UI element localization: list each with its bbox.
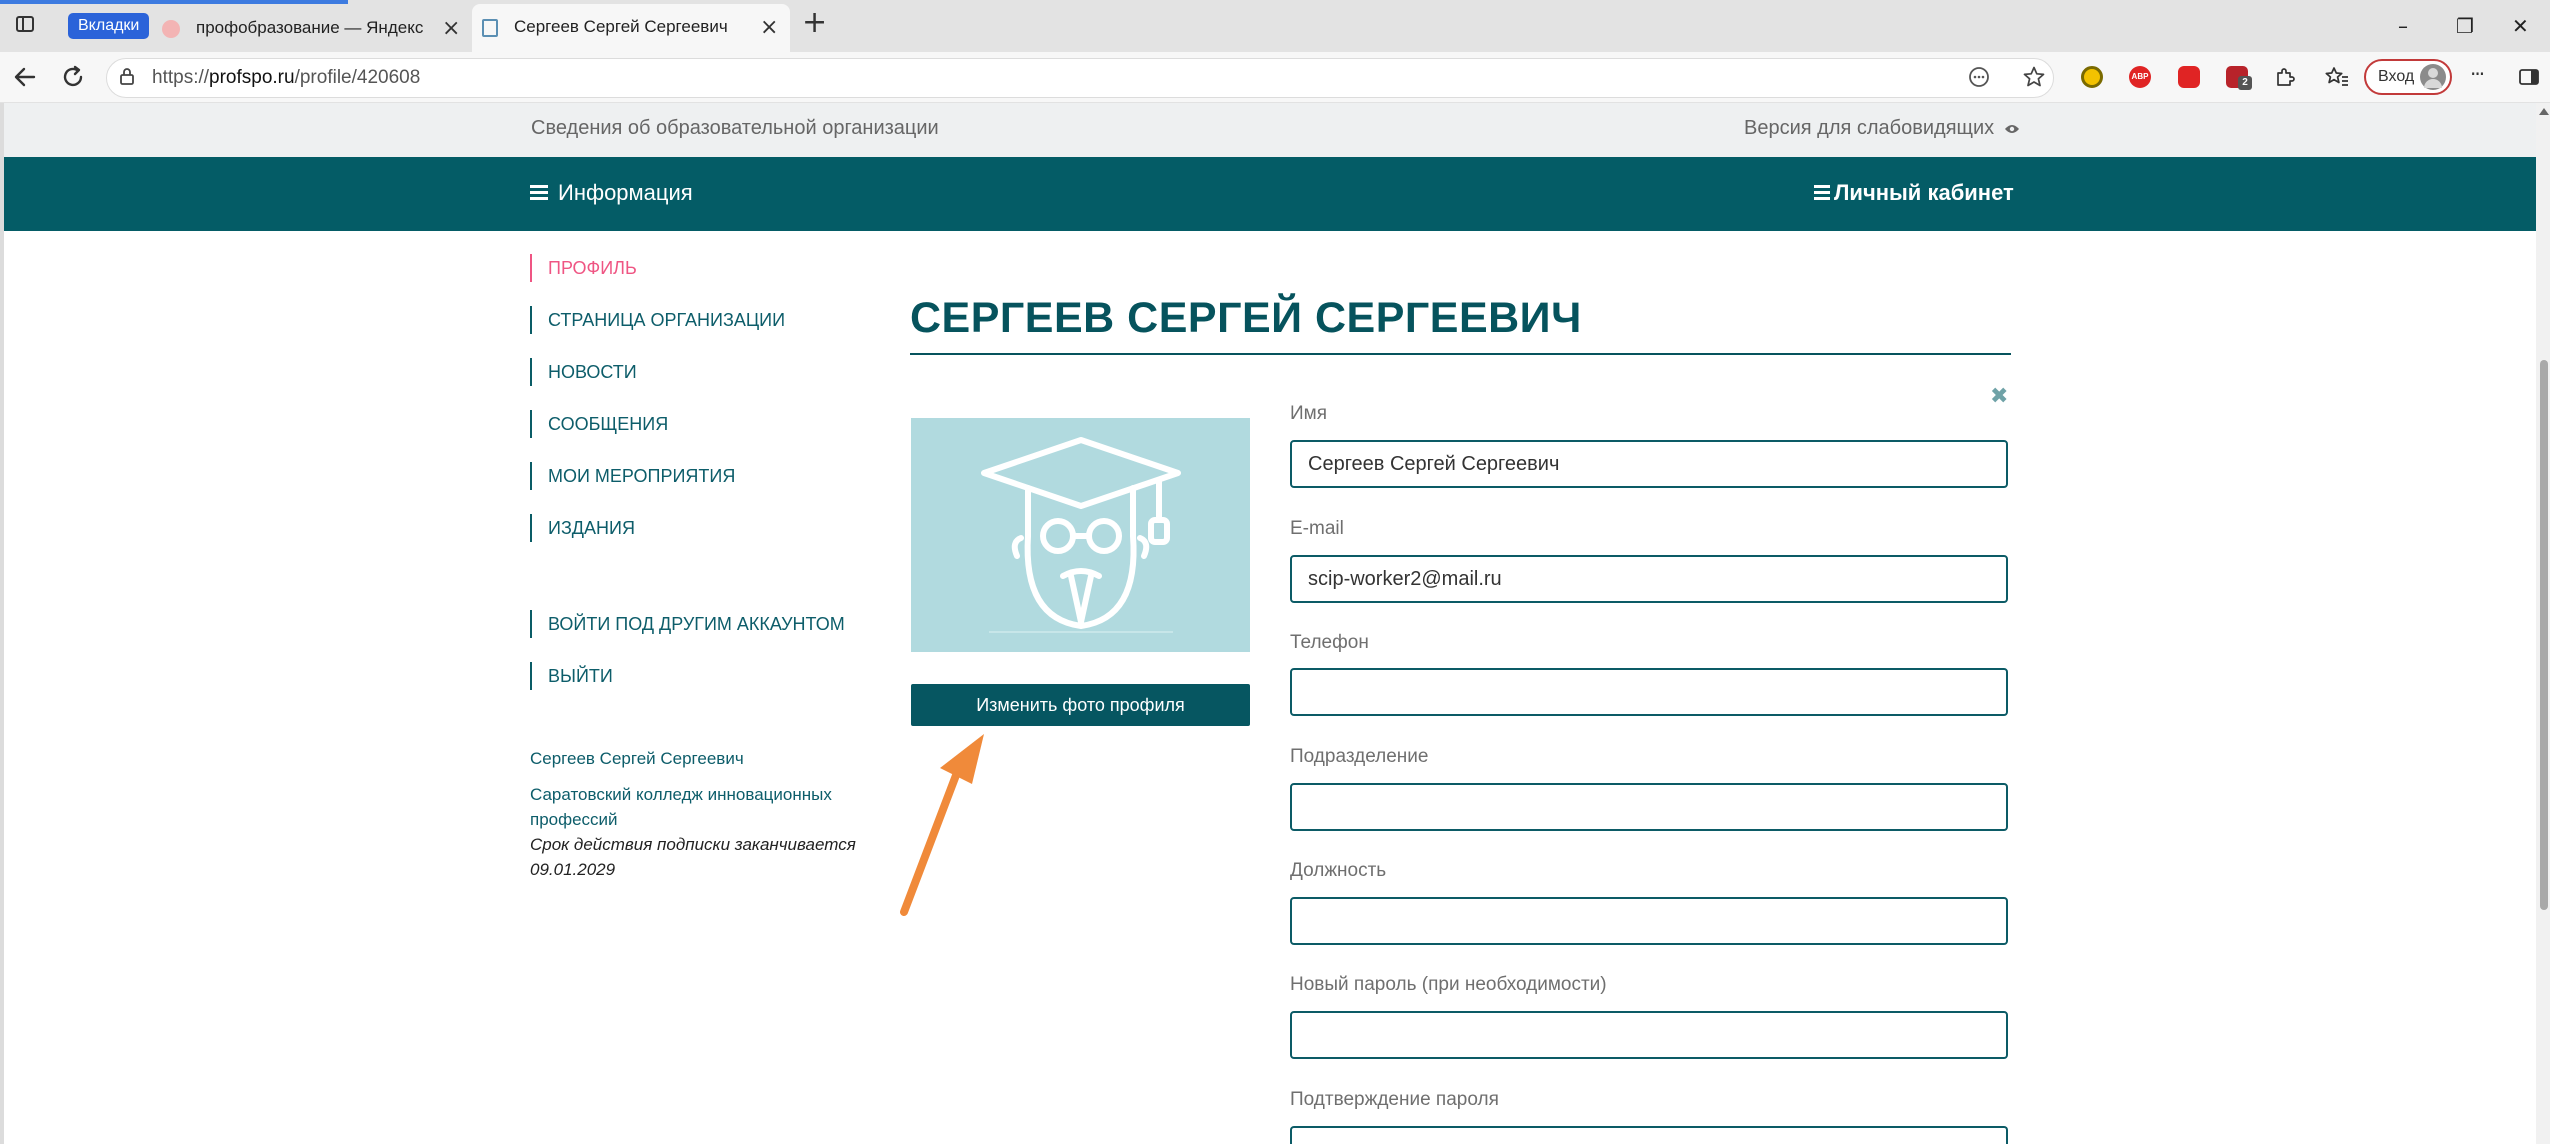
yandex-favicon-icon [162, 20, 180, 38]
sidebar-item-my-events[interactable]: Мои мероприятия [530, 462, 735, 490]
sidebar-item-profile[interactable]: Профиль [530, 254, 637, 282]
department-label: Подразделение [1290, 746, 1429, 767]
tab-title: Сергеев Сергей Сергеевич [514, 17, 728, 36]
scroll-up-arrow-icon[interactable] [2539, 108, 2549, 115]
phone-field[interactable] [1290, 668, 2008, 716]
hamburger-icon [1814, 184, 1830, 200]
new-password-label: Новый пароль (при необходимости) [1290, 974, 1607, 995]
sidebar-item-organization-page[interactable]: Страница организации [530, 306, 785, 334]
minimize-window-icon[interactable]: – [2398, 16, 2408, 36]
url-text[interactable]: https://profspo.ru/profile/420608 [152, 67, 420, 89]
extensions-puzzle-icon[interactable] [2273, 65, 2297, 89]
confirm-password-label: Подтверждение пароля [1290, 1089, 1499, 1110]
annotation-arrow [900, 734, 984, 916]
user-avatar-icon [2420, 64, 2446, 90]
tab-actions-icon[interactable] [16, 16, 34, 32]
login-button[interactable]: Вход [2364, 59, 2452, 95]
tab-yandex[interactable]: профобразование — Яндекс: на × [152, 6, 468, 52]
info-menu-label: Информация [558, 180, 693, 205]
more-menu-icon[interactable]: ··· [2470, 62, 2485, 86]
back-arrow-icon[interactable] [12, 64, 38, 90]
personal-cabinet-label: Личный кабинет [1834, 180, 2014, 205]
page-title: СЕРГЕЕВ СЕРГЕЙ СЕРГЕЕВИЧ [910, 294, 1582, 342]
user-name-link[interactable]: Сергеев Сергей Сергеевич [530, 746, 870, 771]
change-photo-button[interactable]: Изменить фото профиля [911, 684, 1250, 726]
close-window-icon[interactable]: ✕ [2512, 16, 2529, 36]
reader-mode-icon[interactable] [1968, 66, 1990, 88]
restore-window-icon[interactable]: ❐ [2456, 16, 2474, 36]
organization-link[interactable]: Саратовский колледж инновационных профес… [530, 782, 860, 832]
sidebar-item-publications[interactable]: Издания [530, 514, 635, 542]
favorite-star-icon[interactable] [2022, 65, 2046, 89]
sidebar-item-news[interactable]: Новости [530, 358, 637, 386]
yellow-circle-extension-icon[interactable] [2081, 66, 2103, 88]
sidebar-item-messages[interactable]: Сообщения [530, 410, 668, 438]
phone-label: Телефон [1290, 632, 1369, 653]
site-info-lock-icon[interactable] [118, 66, 136, 86]
position-label: Должность [1290, 860, 1387, 881]
email-field[interactable] [1290, 555, 2008, 603]
site-top-strip [4, 103, 2536, 157]
reload-icon[interactable] [60, 64, 86, 90]
new-password-field[interactable] [1290, 1011, 2008, 1059]
close-icon[interactable]: ✖ [1990, 386, 2008, 408]
position-field[interactable] [1290, 897, 2008, 945]
confirm-password-field[interactable] [1290, 1126, 2008, 1144]
tabs-group-label[interactable]: Вкладки [68, 13, 150, 39]
page-favicon-icon [482, 19, 498, 37]
eye-icon [2004, 124, 2019, 133]
org-info-link[interactable]: Сведения об образовательной организации [531, 117, 939, 140]
sidebar-item-switch-account[interactable]: Войти под другим аккаунтом [530, 610, 845, 638]
accessibility-version-link[interactable]: Версия для слабовидящих [1744, 117, 2020, 140]
tab-title: профобразование — Яндекс: на [196, 18, 424, 37]
department-field[interactable] [1290, 783, 2008, 831]
login-label: Вход [2378, 68, 2415, 85]
tab-profile-active[interactable]: Сергеев Сергей Сергеевич × [472, 4, 790, 52]
shield-extension-icon[interactable] [2178, 66, 2200, 88]
new-tab-icon[interactable]: + [802, 8, 827, 38]
hamburger-icon [530, 184, 548, 200]
favorites-collection-icon[interactable] [2324, 65, 2350, 89]
close-tab-icon[interactable]: × [442, 18, 460, 40]
close-tab-icon[interactable]: × [760, 17, 778, 39]
site-navbar [4, 157, 2536, 231]
extension-badge: 2 [2238, 76, 2252, 90]
ublock-extension-icon[interactable]: 2 [2226, 66, 2252, 90]
loading-progress-bar [0, 0, 348, 4]
profile-avatar [911, 418, 1250, 652]
scrollbar-thumb[interactable] [2540, 360, 2548, 910]
email-label: E-mail [1290, 518, 1344, 539]
subscription-info: Срок действия подписки заканчивается 09.… [530, 835, 856, 879]
sidebar-item-logout[interactable]: Выйти [530, 662, 613, 690]
name-field[interactable] [1290, 440, 2008, 488]
personal-cabinet-button[interactable]: Личный кабинет [1814, 180, 2014, 206]
accessibility-label: Версия для слабовидящих [1744, 117, 1995, 139]
page-left-border [0, 103, 4, 1144]
title-divider [910, 353, 2011, 355]
graduate-avatar-icon [981, 437, 1181, 633]
sidebar-toggle-icon[interactable] [2518, 66, 2540, 88]
adblock-extension-icon[interactable]: ABP [2129, 66, 2151, 88]
info-menu-button[interactable]: Информация [530, 180, 693, 206]
name-label: Имя [1290, 403, 1328, 424]
